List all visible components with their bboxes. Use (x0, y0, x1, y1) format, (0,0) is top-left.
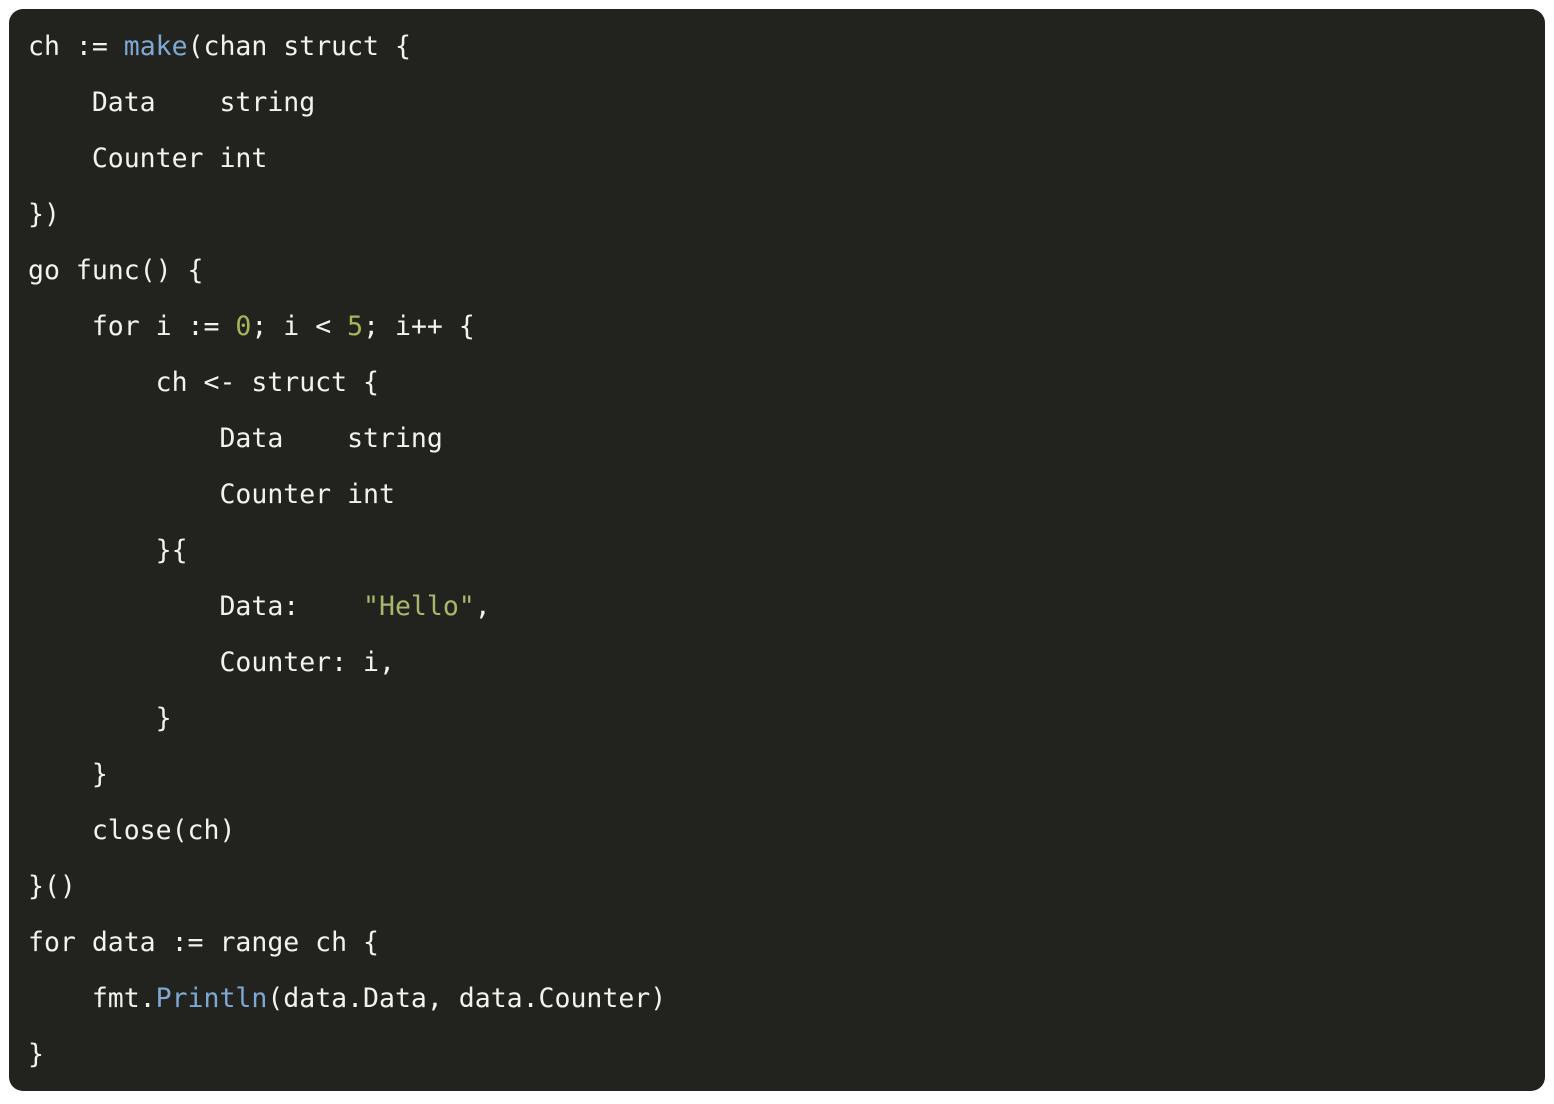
code-line: go func() { (28, 243, 1545, 299)
code-token-plain: Data string (28, 423, 443, 454)
code-block[interactable]: ch := make(chan struct { Data string Cou… (28, 19, 1545, 1091)
code-snippet-card: ch := make(chan struct { Data string Cou… (9, 9, 1545, 1091)
code-token-plain: for data := range ch { (28, 927, 379, 958)
code-token-plain: ; i < (251, 311, 348, 342)
code-token-plain: }() (28, 871, 76, 902)
code-line: for data := range ch { (28, 915, 1545, 971)
code-token-number: 0 (235, 311, 252, 342)
code-line: }() (28, 859, 1545, 915)
code-token-plain: (chan struct { (187, 31, 411, 62)
code-token-plain: } (28, 1039, 44, 1070)
code-token-builtin: Println (155, 983, 268, 1014)
code-token-number: 5 (347, 311, 364, 342)
code-token-plain: }{ (28, 535, 188, 566)
code-line: ch <- struct { (28, 355, 1545, 411)
code-line: Counter: i, (28, 635, 1545, 691)
code-token-plain: }) (28, 199, 60, 230)
code-token-plain: ch <- struct { (28, 367, 379, 398)
code-line: Counter int (28, 131, 1545, 187)
code-token-plain: for i := (28, 311, 236, 342)
code-token-plain: Counter int (28, 479, 395, 510)
code-token-plain: go func() { (28, 255, 204, 286)
code-token-builtin: make (123, 31, 188, 62)
code-line: }{ (28, 523, 1545, 579)
code-line: }) (28, 187, 1545, 243)
code-line: Data string (28, 75, 1545, 131)
code-line: } (28, 747, 1545, 803)
code-token-plain: fmt. (28, 983, 156, 1014)
code-line: for i := 0; i < 5; i++ { (28, 299, 1545, 355)
code-token-plain: Data: (28, 591, 364, 622)
code-token-plain: Counter int (28, 143, 268, 174)
code-line: Data: "Hello", (28, 579, 1545, 635)
code-token-plain: ; i++ { (363, 311, 475, 342)
code-line: ch := make(chan struct { (28, 19, 1545, 75)
code-token-string: "Hello" (363, 591, 475, 622)
code-token-plain: } (28, 759, 108, 790)
code-line: } (28, 1027, 1545, 1083)
code-token-plain: , (474, 591, 491, 622)
code-token-plain: } (28, 703, 172, 734)
code-token-plain: Data string (28, 87, 316, 118)
code-line: Counter int (28, 467, 1545, 523)
code-token-plain: close(ch) (28, 815, 236, 846)
code-line: } (28, 691, 1545, 747)
code-token-plain: Counter: i, (28, 647, 395, 678)
code-line: close(ch) (28, 803, 1545, 859)
code-token-plain: (data.Data, data.Counter) (267, 983, 667, 1014)
code-line: fmt.Println(data.Data, data.Counter) (28, 971, 1545, 1027)
code-token-plain: ch := (28, 31, 124, 62)
code-line: Data string (28, 411, 1545, 467)
